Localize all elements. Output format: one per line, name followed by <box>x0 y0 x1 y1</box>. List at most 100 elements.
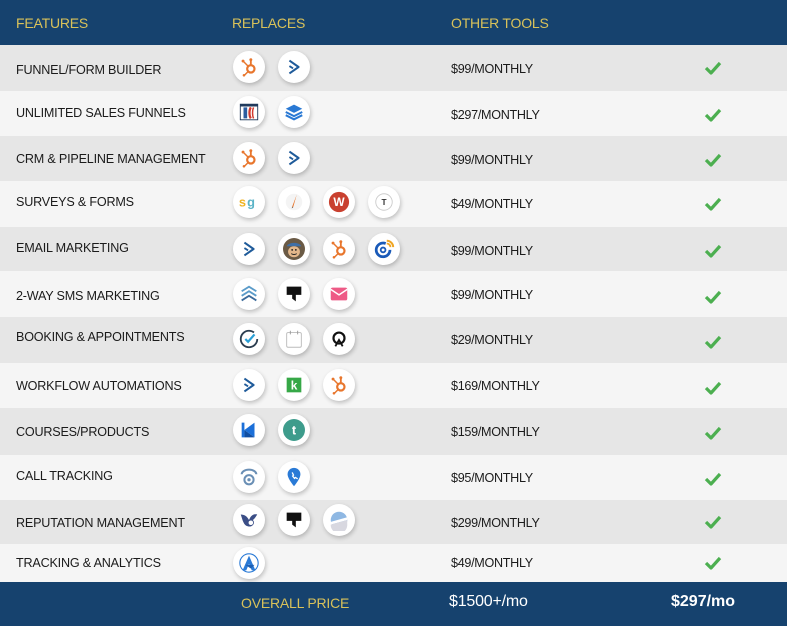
feature-name: UNLIMITED SALES FUNNELS <box>16 106 186 120</box>
checkmark-icon <box>704 334 722 350</box>
check-circle-icon <box>233 323 265 355</box>
overall-price-label: OVERALL PRICE <box>241 595 350 611</box>
replaced-tools <box>233 51 310 83</box>
replaced-tools: k <box>233 369 355 401</box>
checkmark-icon <box>704 152 722 168</box>
table-footer: OVERALL PRICE $1500+/mo $297/mo <box>0 582 787 626</box>
svg-text:s: s <box>239 195 246 210</box>
svg-text:T: T <box>381 198 386 207</box>
feature-name: TRACKING & ANALYTICS <box>16 556 161 570</box>
header-features: FEATURES <box>16 15 89 31</box>
other-tools-price: $99/MONTHLY <box>451 288 533 302</box>
svg-text:g: g <box>247 195 255 210</box>
hubspot-icon <box>323 369 355 401</box>
typeform-icon: T <box>368 186 400 218</box>
wufoo-icon: W <box>323 186 355 218</box>
feature-name: SURVEYS & FORMS <box>16 195 134 209</box>
calendar-icon <box>278 323 310 355</box>
checkmark-icon <box>704 196 722 212</box>
replaced-tools <box>233 142 310 174</box>
constant-contact-icon <box>368 233 400 265</box>
activecampaign-icon <box>278 142 310 174</box>
table-row: COURSES/PRODUCTS t $159/MONTHLY <box>0 408 787 455</box>
other-tools-price: $99/MONTHLY <box>451 62 533 76</box>
birdeye-icon <box>233 504 265 536</box>
table-row: WORKFLOW AUTOMATIONS k $169/MONTHLY <box>0 363 787 408</box>
activecampaign-icon <box>233 233 265 265</box>
checkmark-icon <box>704 380 722 396</box>
comparison-table: FUNNEL/FORM BUILDER $99/MONTHLY UNLIMITED … <box>0 45 787 582</box>
feature-name: WORKFLOW AUTOMATIONS <box>16 379 182 393</box>
replaced-tools <box>233 461 310 493</box>
other-tools-price: $159/MONTHLY <box>451 425 540 439</box>
envelope-icon <box>323 278 355 310</box>
table-row: CRM & PIPELINE MANAGEMENT $99/MONTHLY <box>0 136 787 181</box>
table-row: 2-WAY SMS MARKETING $99/MONTHLY <box>0 271 787 317</box>
table-row: BOOKING & APPOINTMENTS $29/MONTHLY <box>0 317 787 363</box>
replaced-tools <box>233 233 400 265</box>
other-tools-price: $169/MONTHLY <box>451 379 540 393</box>
phone-ring-icon <box>233 461 265 493</box>
feature-name: REPUTATION MANAGEMENT <box>16 516 185 530</box>
phone-pin-icon <box>278 461 310 493</box>
acuity-icon <box>323 323 355 355</box>
feature-name: CRM & PIPELINE MANAGEMENT <box>16 152 206 166</box>
table-row: FUNNEL/FORM BUILDER $99/MONTHLY <box>0 45 787 91</box>
other-tools-price: $49/MONTHLY <box>451 556 533 570</box>
other-tools-price: $297/MONTHLY <box>451 108 540 122</box>
replaced-tools <box>233 96 310 128</box>
table-row: REPUTATION MANAGEMENT $299/MONTHLY <box>0 500 787 544</box>
svg-text:t: t <box>292 423 297 438</box>
replaced-tools: sg W T <box>233 186 400 218</box>
kajabi-icon <box>233 414 265 446</box>
surveygizmo-icon: sg <box>233 186 265 218</box>
pencil-icon <box>278 186 310 218</box>
teachable-icon: t <box>278 414 310 446</box>
table-row: EMAIL MARKETING $99/MONTHLY <box>0 227 787 271</box>
other-tools-total: $1500+/mo <box>449 593 528 610</box>
table-header: FEATURES REPLACES OTHER TOOLS <box>0 0 787 45</box>
replaced-tools: t <box>233 414 310 446</box>
our-price: $297/mo <box>671 593 736 610</box>
other-tools-price: $99/MONTHLY <box>451 244 533 258</box>
table-row: CALL TRACKING $95/MONTHLY <box>0 455 787 500</box>
table-row: TRACKING & ANALYTICS $49/MONTHLY <box>0 544 787 582</box>
checkmark-icon <box>704 289 722 305</box>
chevrons-up-icon <box>233 278 265 310</box>
feature-name: 2-WAY SMS MARKETING <box>16 289 160 303</box>
table-row: SURVEYS & FORMS s g W T $49/MONTHLY <box>0 181 787 227</box>
checkmark-icon <box>704 555 722 571</box>
svg-text:k: k <box>291 379 298 393</box>
leadpages-icon <box>278 96 310 128</box>
hubspot-icon <box>233 51 265 83</box>
replaced-tools <box>233 504 355 536</box>
hubspot-icon <box>233 142 265 174</box>
keap-icon: k <box>278 369 310 401</box>
checkmark-icon <box>704 243 722 259</box>
checkmark-icon <box>704 514 722 530</box>
other-tools-price: $29/MONTHLY <box>451 333 533 347</box>
feature-name: BOOKING & APPOINTMENTS <box>16 330 185 344</box>
table-row: UNLIMITED SALES FUNNELS $297/MONTHLY <box>0 91 787 136</box>
grade-us-icon <box>323 504 355 536</box>
feature-name: CALL TRACKING <box>16 469 113 483</box>
analytics-a-icon <box>233 547 265 579</box>
checkmark-icon <box>704 60 722 76</box>
podium-icon <box>278 504 310 536</box>
replaced-tools <box>233 547 265 579</box>
feature-name: FUNNEL/FORM BUILDER <box>16 63 162 77</box>
podium-icon <box>278 278 310 310</box>
hubspot-icon <box>323 233 355 265</box>
feature-name: COURSES/PRODUCTS <box>16 425 150 439</box>
mailchimp-icon <box>278 233 310 265</box>
checkmark-icon <box>704 471 722 487</box>
svg-text:W: W <box>333 195 345 209</box>
other-tools-price: $99/MONTHLY <box>451 153 533 167</box>
other-tools-price: $95/MONTHLY <box>451 471 533 485</box>
clickfunnels-icon <box>233 96 265 128</box>
activecampaign-icon <box>278 51 310 83</box>
header-other-tools: OTHER TOOLS <box>451 15 549 31</box>
replaced-tools <box>233 278 355 310</box>
checkmark-icon <box>704 107 722 123</box>
feature-name: EMAIL MARKETING <box>16 241 129 255</box>
